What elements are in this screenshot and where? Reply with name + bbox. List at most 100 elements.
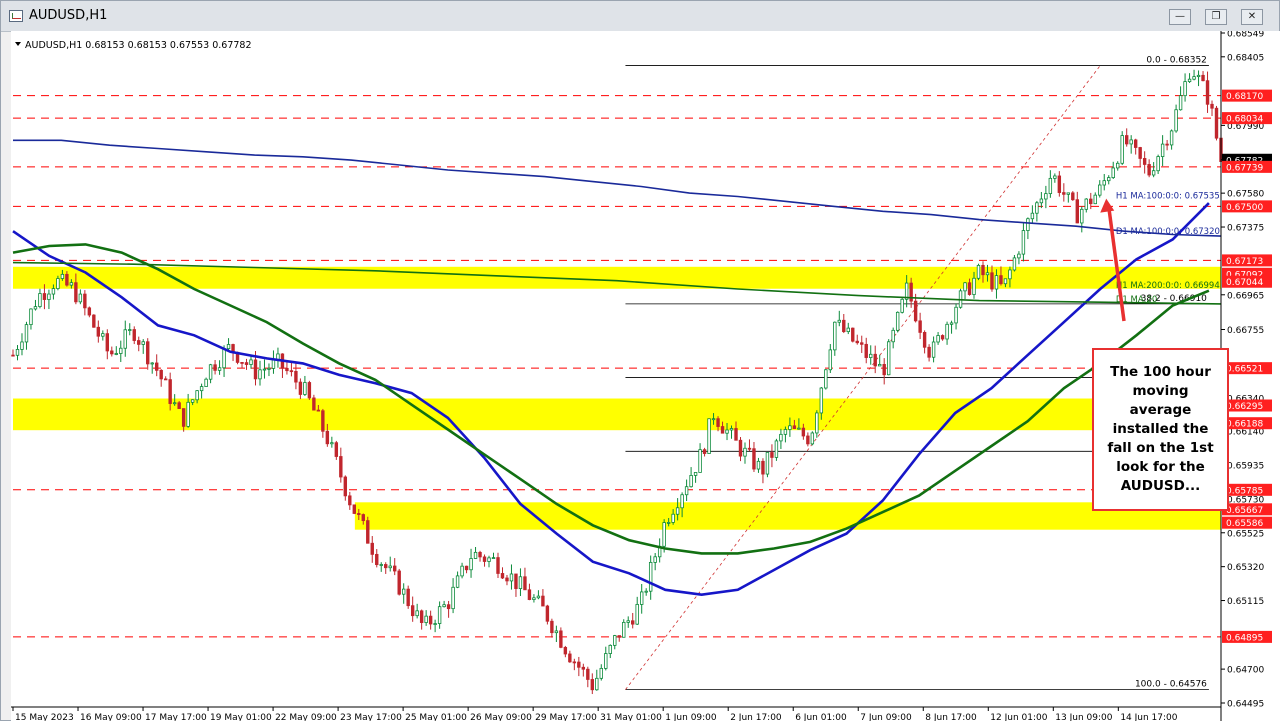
candle-body <box>545 605 550 622</box>
candle-body <box>886 341 891 376</box>
candle-body <box>303 382 307 395</box>
candle-body <box>195 390 199 401</box>
candle-body <box>536 595 541 599</box>
candle-body <box>1075 199 1079 224</box>
candle-body <box>96 326 101 337</box>
candle-body <box>550 620 554 634</box>
candle-body <box>1196 74 1201 78</box>
candle-body <box>806 435 810 445</box>
candle-body <box>343 476 348 497</box>
candle-body <box>882 364 886 376</box>
annotation-callout: The 100 hour moving average installed th… <box>1092 348 1229 511</box>
close-icon[interactable]: ✕ <box>1241 9 1263 25</box>
candle-body <box>666 522 671 524</box>
candle-body <box>163 378 168 381</box>
candle-body <box>815 412 819 434</box>
time-tick-label: 12 Jun 01:00 <box>990 713 1047 721</box>
candle-body <box>720 426 725 434</box>
candle-body <box>1012 257 1017 271</box>
candle-body <box>828 349 833 371</box>
candle-body <box>631 620 635 625</box>
price-tag-label-14: 0.64895 <box>1226 633 1263 643</box>
candle-body <box>855 340 859 344</box>
candle-body <box>922 331 927 348</box>
candle-body <box>860 342 864 345</box>
candle-body <box>1107 177 1111 182</box>
candle-body <box>307 382 312 399</box>
candle-body <box>424 615 428 623</box>
candle-body <box>761 460 765 475</box>
candle-body <box>500 573 505 579</box>
minimize-icon[interactable]: — <box>1169 9 1191 25</box>
candle-body <box>267 367 271 370</box>
candle-body <box>361 514 365 522</box>
candle-body <box>613 635 617 646</box>
candle-body <box>155 362 159 371</box>
candle-body <box>837 319 841 323</box>
price-tick-label: 0.67375 <box>1227 224 1264 234</box>
candle-body <box>352 504 356 514</box>
candle-body <box>514 573 518 589</box>
time-tick-label: 8 Jun 17:00 <box>925 713 977 721</box>
candle-body <box>78 293 83 303</box>
candle-body <box>393 565 397 572</box>
candle-body <box>60 273 65 279</box>
candle-body <box>312 397 316 411</box>
candle-body <box>321 410 325 432</box>
candle-body <box>271 359 276 369</box>
candle-body <box>334 442 339 457</box>
candle-body <box>226 344 231 350</box>
callout-text: The 100 hour moving average installed th… <box>1107 364 1214 494</box>
price-chart[interactable]: 0.0 - 0.68352 38.2 - 0.66910 100.0 - 0.645… <box>11 30 1280 723</box>
time-tick-label: 15 May 2023 <box>15 713 74 721</box>
candle-body <box>846 327 850 333</box>
candle-body <box>1098 184 1102 196</box>
candle-body <box>994 275 999 290</box>
candle-body <box>186 401 190 427</box>
candle-body <box>455 575 460 588</box>
candle-body <box>316 409 321 412</box>
candle-body <box>460 565 464 577</box>
candle-body <box>199 386 204 392</box>
restore-icon[interactable]: ❐ <box>1205 9 1227 25</box>
candle-body <box>765 452 770 475</box>
candle-body <box>729 428 734 431</box>
candle-body <box>1062 192 1066 195</box>
price-tag-label-13: 0.65586 <box>1226 519 1263 529</box>
time-tick-label: 26 May 09:00 <box>470 713 532 721</box>
candle-body <box>1192 76 1196 80</box>
candle-body <box>972 277 976 295</box>
candle-body <box>1080 208 1084 224</box>
candle-body <box>1071 192 1075 201</box>
candle-body <box>976 264 981 279</box>
candle-body <box>370 542 374 555</box>
candle-body <box>410 605 415 617</box>
candle-body <box>581 666 586 670</box>
candle-body <box>931 341 936 358</box>
candle-body <box>1039 198 1044 204</box>
time-tick-label: 17 May 17:00 <box>145 713 207 721</box>
candle-body <box>110 350 114 355</box>
candle-body <box>927 346 931 358</box>
time-tick-label: 19 May 01:00 <box>210 713 272 721</box>
candle-body <box>1156 156 1160 172</box>
title-bar[interactable]: AUDUSD,H1 — ❐ ✕ <box>1 1 1279 32</box>
time-tick-label: 14 Jun 17:00 <box>1120 713 1177 721</box>
candle-body <box>482 556 487 562</box>
candle-body <box>24 324 29 343</box>
time-tick-label: 29 May 17:00 <box>535 713 597 721</box>
candle-body <box>294 370 298 383</box>
candle-body <box>1147 164 1151 176</box>
candle-body <box>258 369 262 380</box>
support-zone-1 <box>13 398 1221 431</box>
candle-body <box>1111 167 1115 178</box>
candle-body <box>123 329 127 349</box>
time-tick-label: 13 Jun 09:00 <box>1055 713 1112 721</box>
candle-body <box>770 452 774 458</box>
candle-body <box>1084 198 1088 210</box>
price-tag-label-8: 0.66521 <box>1226 365 1263 375</box>
candle-body <box>1026 218 1030 231</box>
candle-body <box>92 314 96 328</box>
candle-body <box>779 433 783 442</box>
chart-canvas[interactable]: 0.0 - 0.6835238.2 - 0.66910100.0 - 0.645… <box>11 30 1280 723</box>
